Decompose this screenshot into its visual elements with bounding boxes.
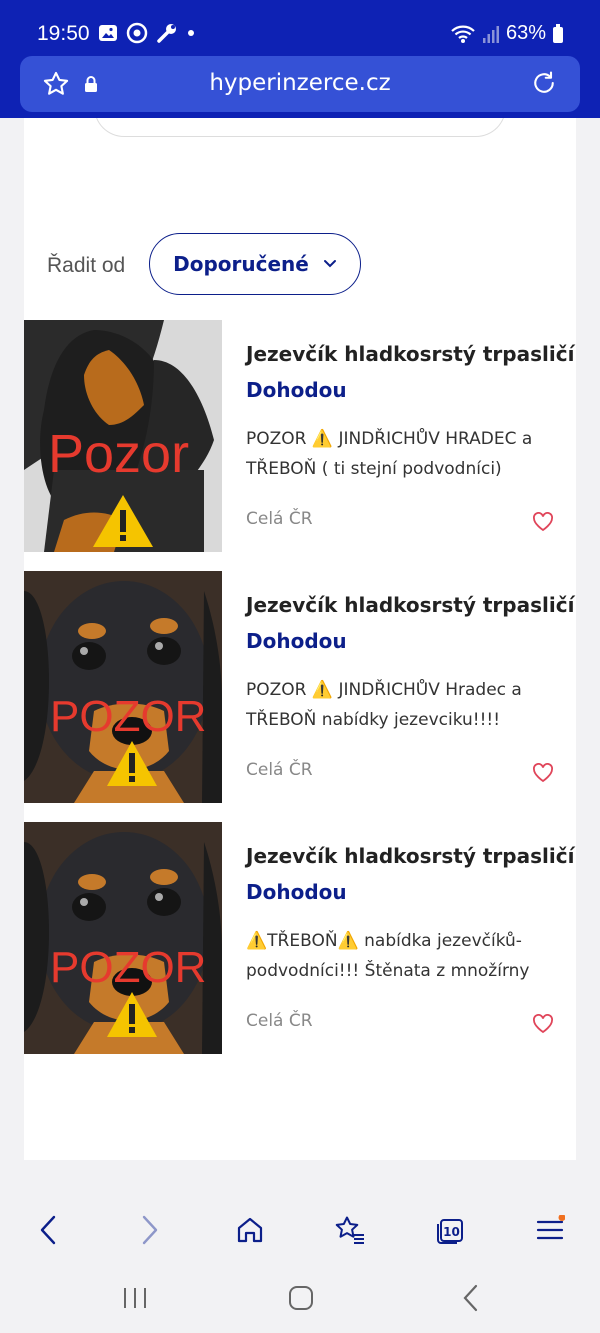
listing-price: Dohodou <box>246 880 347 904</box>
bookmarks-star-icon <box>335 1216 364 1244</box>
back-button[interactable] <box>26 1208 70 1252</box>
dog-photo-1: Pozor <box>24 320 222 552</box>
recent-apps-icon[interactable] <box>122 1286 148 1310</box>
wrench-icon <box>157 24 176 43</box>
page-content: Řadit od Doporučené Pozor Jezevčík hladk… <box>24 118 576 1160</box>
listing-price: Dohodou <box>246 629 347 653</box>
listing-title[interactable]: Jezevčík hladkosrstý trpasličí <box>246 593 574 617</box>
listing-location: Celá ČR <box>246 1011 313 1031</box>
sort-dropdown[interactable]: Doporučené <box>149 233 361 295</box>
listing-item[interactable]: POZOR Jezevčík hladkosrstý trpasličí Doh… <box>24 571 576 803</box>
dot-icon <box>188 30 194 36</box>
search-box-bottom[interactable] <box>94 118 506 137</box>
address-bar-container: hyperinzerce.cz <box>0 52 600 118</box>
listing-item[interactable]: Pozor Jezevčík hladkosrstý trpasličí Doh… <box>24 320 576 552</box>
menu-button[interactable] <box>528 1208 572 1252</box>
listing-description: POZOR ⚠️ JINDŘICHŮV HRADEC a TŘEBOŇ ( ti… <box>246 429 533 479</box>
favorite-heart-icon[interactable] <box>532 1014 554 1034</box>
favorite-heart-icon[interactable] <box>532 763 554 783</box>
listing-image[interactable]: POZOR <box>24 571 222 803</box>
chevron-down-icon <box>323 260 336 268</box>
signal-icon <box>482 25 499 43</box>
system-nav-bar <box>0 1270 600 1333</box>
dog-photo-2: POZOR <box>24 571 222 803</box>
back-system-icon[interactable] <box>462 1284 480 1312</box>
address-bar[interactable]: hyperinzerce.cz <box>20 56 580 112</box>
listing-image-warning-text: POZOR <box>50 943 206 992</box>
chevron-left-icon <box>40 1215 56 1245</box>
status-icons <box>98 22 196 44</box>
sort-value: Doporučené <box>173 252 309 276</box>
reload-icon[interactable] <box>530 69 558 97</box>
listing-title[interactable]: Jezevčík hladkosrstý trpasličí <box>246 342 574 366</box>
listing-item[interactable]: POZOR Jezevčík hladkosrstý trpasličí Doh… <box>24 822 576 1054</box>
sort-label: Řadit od <box>47 254 126 277</box>
tabs-icon: 10 <box>437 1219 463 1244</box>
listing-image-warning-text: POZOR <box>50 692 206 741</box>
listing-price: Dohodou <box>246 378 347 402</box>
listing-image[interactable]: Pozor <box>24 320 222 552</box>
tabs-count: 10 <box>443 1225 460 1239</box>
url-text[interactable]: hyperinzerce.cz <box>20 70 580 96</box>
listing-image[interactable]: POZOR <box>24 822 222 1054</box>
battery-percent: 63% <box>505 22 546 44</box>
browser-toolbar: 10 <box>0 1190 600 1270</box>
home-system-icon[interactable] <box>288 1285 314 1311</box>
listing-location: Celá ČR <box>246 760 313 780</box>
listing-description: ⚠️TŘEBOŇ⚠️ nabídka jezevčíků- podvodníci… <box>246 931 530 981</box>
home-button[interactable] <box>228 1208 272 1252</box>
listing-location: Celá ČR <box>246 509 313 529</box>
chevron-right-icon <box>142 1215 158 1245</box>
tabs-button[interactable]: 10 <box>428 1208 472 1252</box>
dog-photo-3: POZOR <box>24 822 222 1054</box>
menu-icon <box>536 1215 565 1240</box>
home-icon <box>237 1217 263 1243</box>
sync-icon <box>126 22 148 44</box>
forward-button[interactable] <box>128 1208 172 1252</box>
status-right: 63% <box>450 22 564 45</box>
wifi-icon <box>451 25 475 43</box>
gallery-icon <box>99 25 117 41</box>
favorite-heart-icon[interactable] <box>532 512 554 532</box>
listing-description: POZOR ⚠️ JINDŘICHŮV Hradec a TŘEBOŇ nabí… <box>246 680 522 730</box>
status-time: 19:50 <box>37 22 90 45</box>
listing-title[interactable]: Jezevčík hladkosrstý trpasličí <box>246 844 574 868</box>
battery-icon <box>553 23 563 43</box>
bookmarks-button[interactable] <box>328 1208 372 1252</box>
listing-image-warning-text: Pozor <box>48 424 189 484</box>
